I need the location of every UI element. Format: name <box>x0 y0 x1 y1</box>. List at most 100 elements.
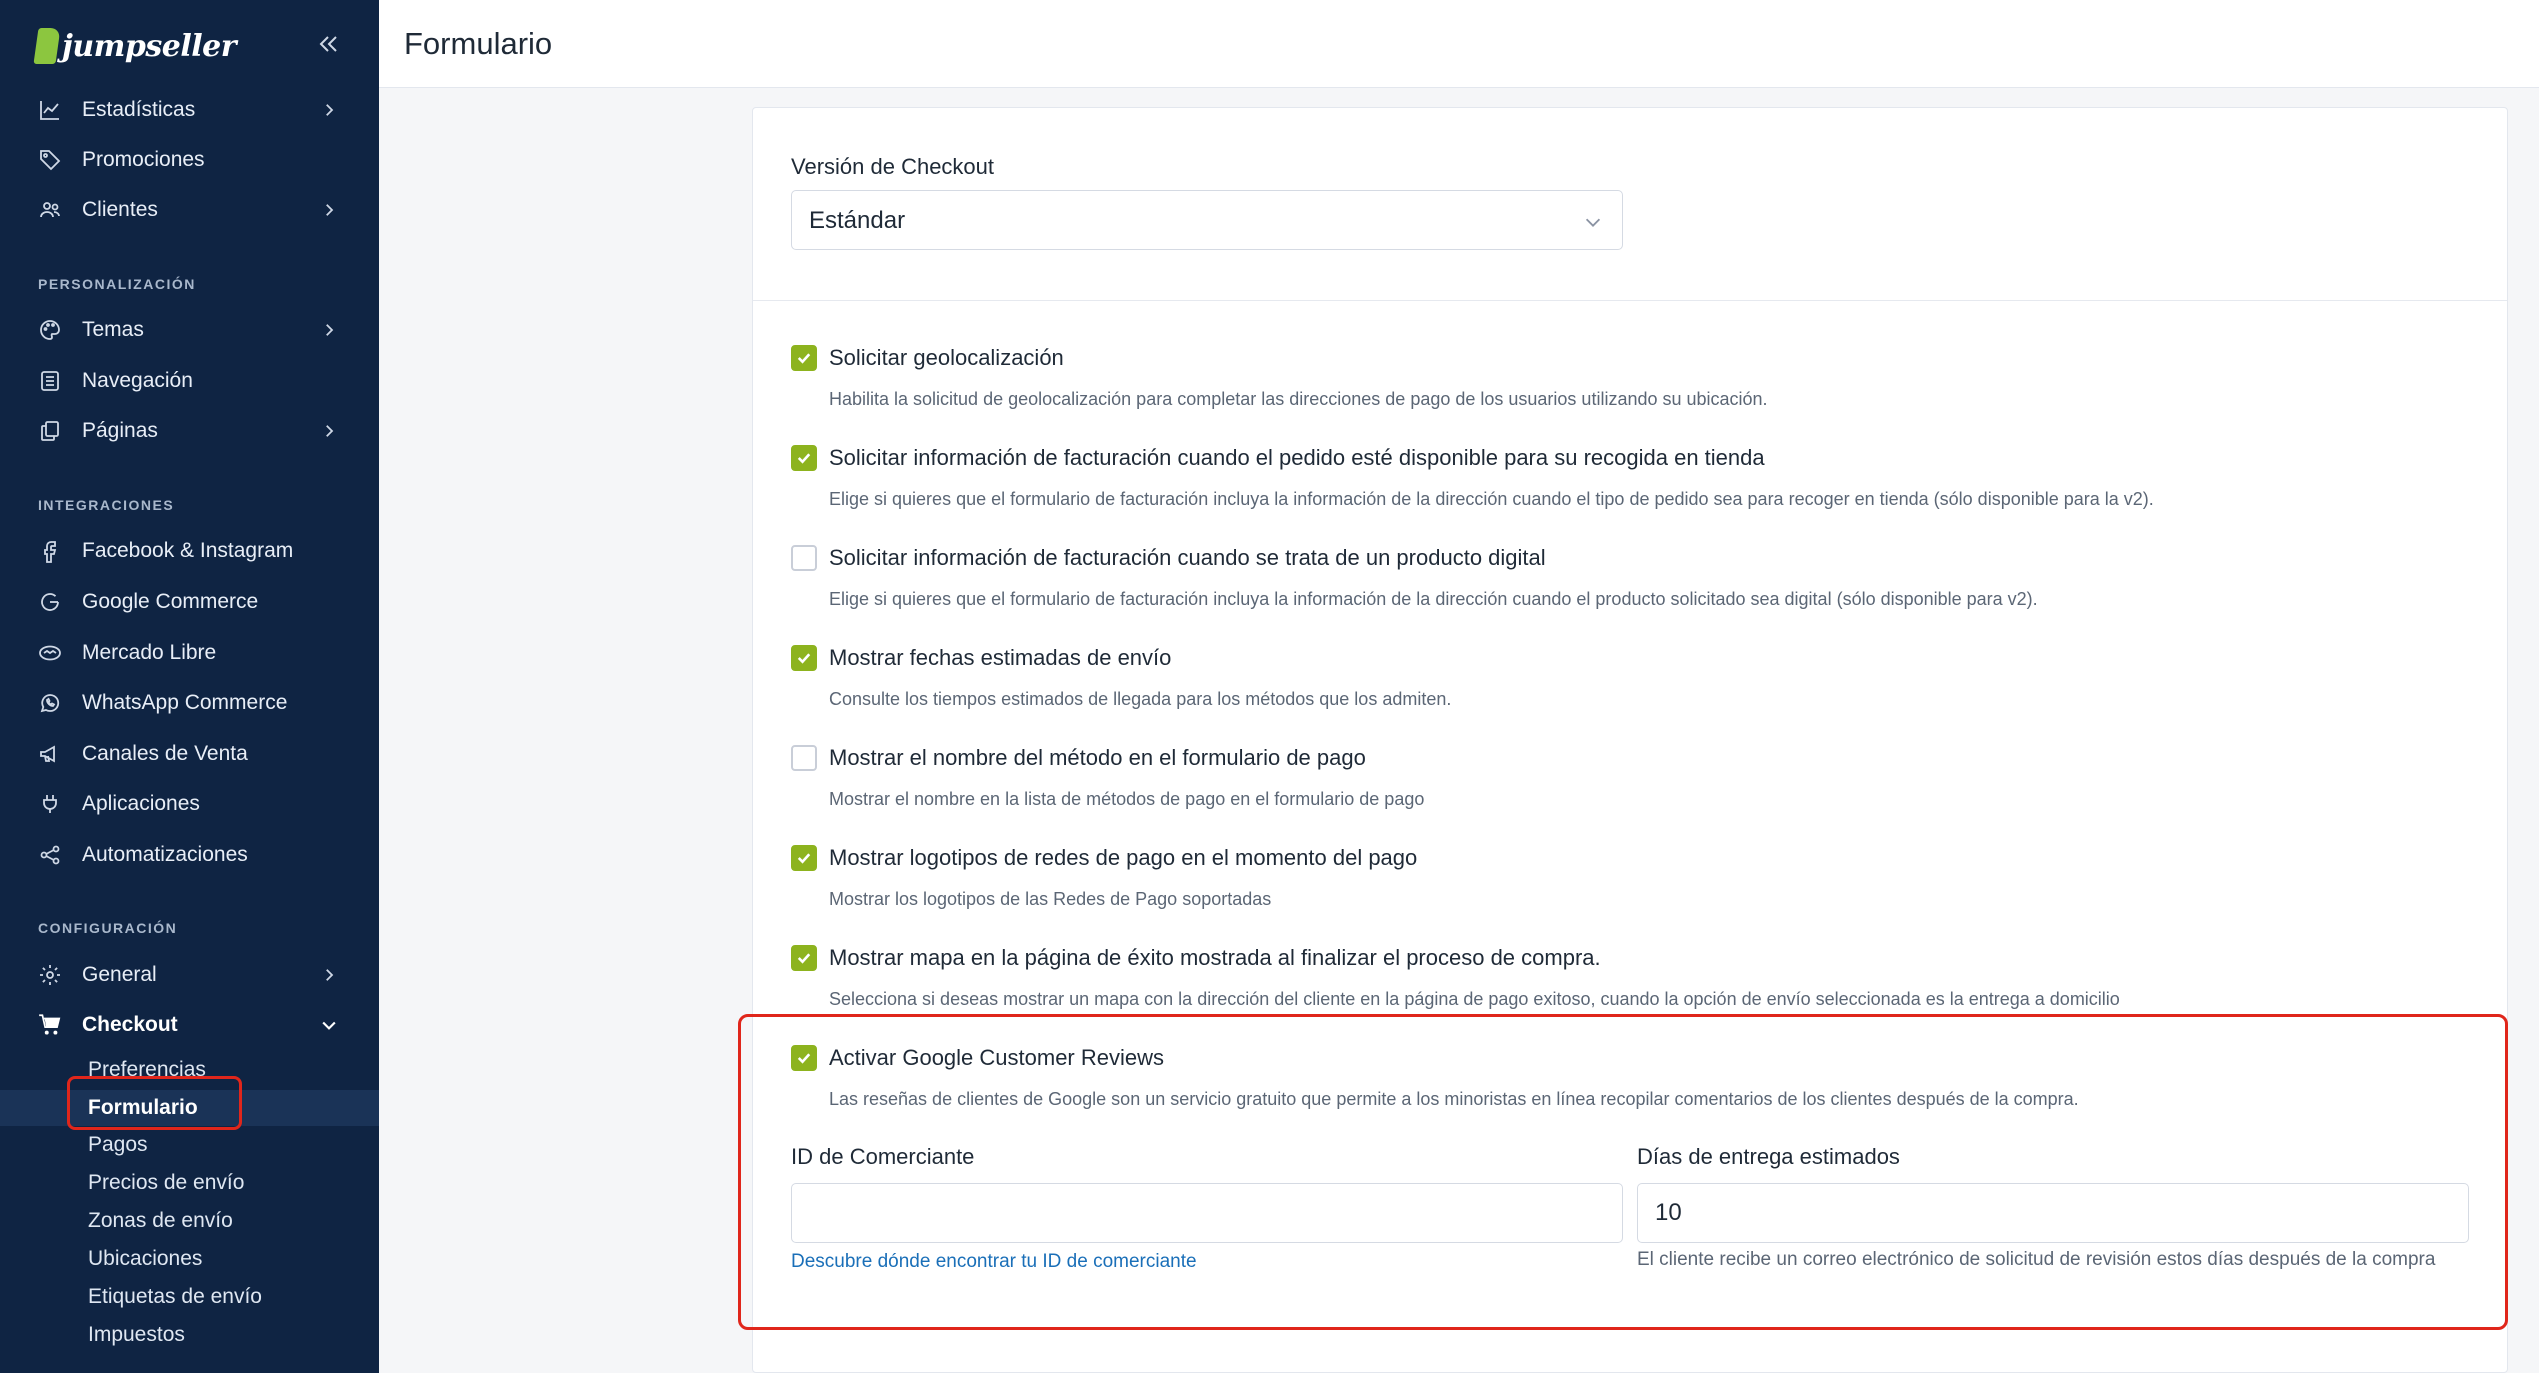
sidebar-item-label: Estadísticas <box>82 98 196 121</box>
double-chevron-left-icon <box>319 36 337 52</box>
page-title: Formulario <box>404 26 553 61</box>
sidebar-item-label: Automatizaciones <box>82 843 248 866</box>
logo-mark-icon <box>33 28 61 64</box>
option-title: Mostrar el nombre del método en el formu… <box>829 745 1366 770</box>
section-title-configuracion: CONFIGURACIÓN <box>38 920 178 936</box>
page-header: Formulario <box>379 0 2539 88</box>
option-title: Mostrar fechas estimadas de envío <box>829 645 1172 670</box>
option-title: Solicitar información de facturación cua… <box>829 545 1546 570</box>
collapse-sidebar-button[interactable] <box>310 26 346 62</box>
logotipos-redes-checkbox[interactable] <box>791 845 817 871</box>
sidebar-item-general[interactable]: General <box>0 953 379 997</box>
sidebar-item-label: Aplicaciones <box>82 792 200 815</box>
chevron-right-icon <box>318 199 340 221</box>
section-title-integraciones: INTEGRACIONES <box>38 497 175 513</box>
facturacion-digital-checkbox[interactable] <box>791 545 817 571</box>
checkmark-icon <box>797 853 811 864</box>
sidebar-item-clientes[interactable]: Clientes <box>0 188 379 232</box>
sidebar-subitem-pagos[interactable]: Pagos <box>0 1127 379 1163</box>
sidebar-item-checkout[interactable]: Checkout <box>0 1003 379 1047</box>
sidebar-item-aplicaciones[interactable]: Aplicaciones <box>0 782 379 826</box>
plug-icon <box>36 790 64 818</box>
sidebar-item-google-commerce[interactable]: Google Commerce <box>0 580 379 624</box>
google-icon <box>36 588 64 616</box>
brand-name: jumpseller <box>62 28 237 64</box>
facebook-icon <box>36 537 64 565</box>
sidebar-item-label: WhatsApp Commerce <box>82 691 288 714</box>
chart-line-icon <box>36 96 64 124</box>
sidebar-item-automatizaciones[interactable]: Automatizaciones <box>0 833 379 877</box>
whatsapp-icon <box>36 689 64 717</box>
sidebar-item-paginas[interactable]: Páginas <box>0 409 379 453</box>
highlight-annotation-box <box>738 1014 2508 1330</box>
pages-icon <box>36 417 64 445</box>
sidebar-item-label: Temas <box>82 318 144 341</box>
sidebar-item-promociones[interactable]: Promociones <box>0 138 379 182</box>
gear-icon <box>36 961 64 989</box>
checkout-version-label: Versión de Checkout <box>791 154 995 179</box>
option-title: Mostrar logotipos de redes de pago en el… <box>829 845 1418 870</box>
facturacion-recogida-checkbox[interactable] <box>791 445 817 471</box>
list-icon <box>36 367 64 395</box>
brand-logo[interactable]: jumpseller <box>33 26 237 66</box>
divider <box>753 300 2507 301</box>
sidebar-item-label: Mercado Libre <box>82 641 217 664</box>
sidebar-subitem-impuestos[interactable]: Impuestos <box>0 1317 379 1353</box>
sidebar-item-label: Checkout <box>82 1013 178 1036</box>
handshake-icon <box>36 639 64 667</box>
chevron-down-icon <box>1585 218 1601 227</box>
chevron-right-icon <box>318 99 340 121</box>
option-title: Mostrar mapa en la página de éxito mostr… <box>829 945 1601 970</box>
sidebar-subitem-etiquetas-de-envio[interactable]: Etiquetas de envío <box>0 1279 379 1315</box>
sidebar-item-navegacion[interactable]: Navegación <box>0 359 379 403</box>
sidebar-subitem-label: Precios de envío <box>88 1171 245 1194</box>
sidebar-item-mercado-libre[interactable]: Mercado Libre <box>0 631 379 675</box>
checkmark-icon <box>797 453 811 464</box>
checkmark-icon <box>797 353 811 364</box>
highlight-annotation-box <box>67 1076 242 1130</box>
option-description: Mostrar el nombre en la lista de métodos… <box>829 789 1425 809</box>
palette-icon <box>36 316 64 344</box>
sidebar-item-label: Google Commerce <box>82 590 259 613</box>
sidebar-item-facebook-instagram[interactable]: Facebook & Instagram <box>0 529 379 573</box>
option-description: Habilita la solicitud de geolocalización… <box>829 389 1768 409</box>
sidebar-item-label: Canales de Venta <box>82 742 248 765</box>
users-icon <box>36 196 64 224</box>
sidebar-item-whatsapp-commerce[interactable]: WhatsApp Commerce <box>0 681 379 725</box>
checkout-version-select[interactable]: Estándar <box>791 190 1623 250</box>
sidebar-subitem-label: Pagos <box>88 1133 148 1156</box>
cart-icon <box>36 1011 64 1039</box>
mapa-exito-checkbox[interactable] <box>791 945 817 971</box>
share-nodes-icon <box>36 841 64 869</box>
checkmark-icon <box>797 653 811 664</box>
megaphone-icon <box>36 740 64 768</box>
section-title-personalizacion: PERSONALIZACIÓN <box>38 276 196 292</box>
fechas-envio-checkbox[interactable] <box>791 645 817 671</box>
option-description: Mostrar los logotipos de las Redes de Pa… <box>829 889 1272 909</box>
sidebar-item-label: General <box>82 963 157 986</box>
option-description: Consulte los tiempos estimados de llegad… <box>829 689 1452 709</box>
sidebar-item-canales-de-venta[interactable]: Canales de Venta <box>0 732 379 776</box>
sidebar: jumpseller Estadísticas Promociones Clie… <box>0 0 379 1373</box>
option-title: Solicitar geolocalización <box>829 345 1064 370</box>
option-description: Selecciona si deseas mostrar un mapa con… <box>829 989 2120 1009</box>
sidebar-subitem-zonas-de-envio[interactable]: Zonas de envío <box>0 1203 379 1239</box>
sidebar-item-label: Facebook & Instagram <box>82 539 294 562</box>
sidebar-item-label: Páginas <box>82 419 158 442</box>
chevron-right-icon <box>318 420 340 442</box>
option-description: Elige si quieres que el formulario de fa… <box>829 489 2154 509</box>
geolocalizacion-checkbox[interactable] <box>791 345 817 371</box>
option-description: Elige si quieres que el formulario de fa… <box>829 589 2038 609</box>
sidebar-subitem-precios-de-envio[interactable]: Precios de envío <box>0 1165 379 1201</box>
chevron-right-icon <box>318 964 340 986</box>
sidebar-item-label: Navegación <box>82 369 193 392</box>
nombre-metodo-checkbox[interactable] <box>791 745 817 771</box>
sidebar-item-label: Promociones <box>82 148 205 171</box>
option-title: Solicitar información de facturación cua… <box>829 445 1765 470</box>
checkout-version-value: Estándar <box>809 207 906 234</box>
sidebar-subitem-ubicaciones[interactable]: Ubicaciones <box>0 1241 379 1277</box>
sidebar-item-label: Clientes <box>82 198 158 221</box>
sidebar-item-temas[interactable]: Temas <box>0 308 379 352</box>
sidebar-subitem-label: Impuestos <box>88 1323 185 1346</box>
sidebar-item-estadisticas[interactable]: Estadísticas <box>0 88 379 132</box>
